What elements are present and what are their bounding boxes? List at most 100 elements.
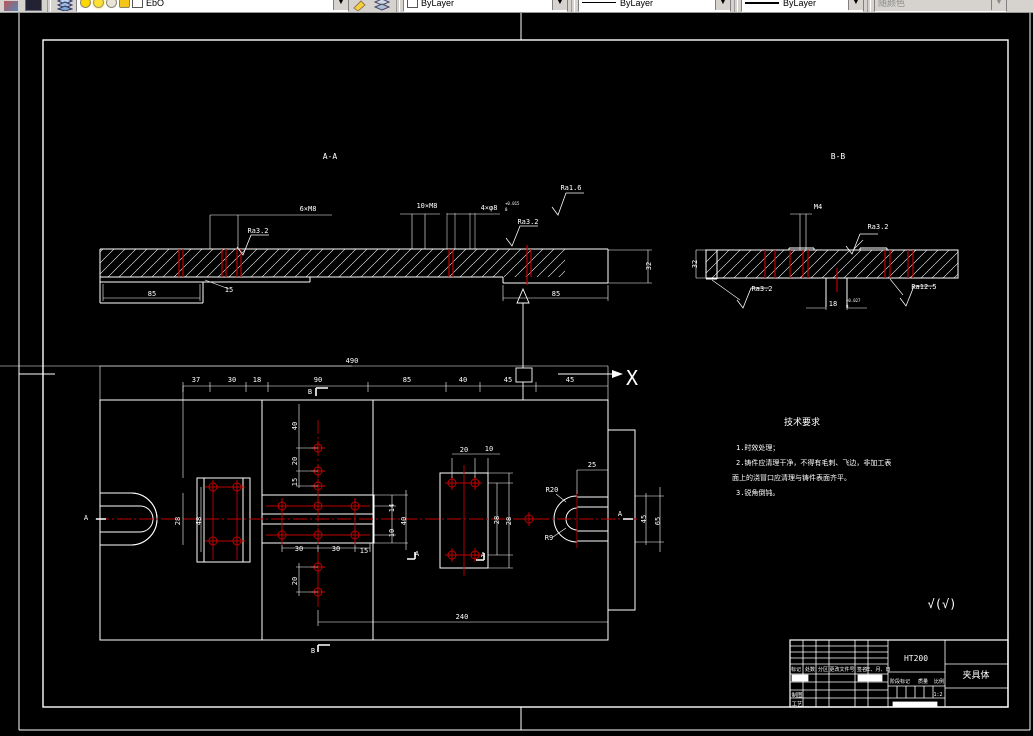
hole-cross <box>275 499 289 513</box>
layer-on-bulb-icon <box>80 0 91 8</box>
titleblock-label: 质量 <box>918 678 928 685</box>
layer-previous-icon[interactable] <box>372 0 392 12</box>
toolbar-icon-glyph <box>24 0 42 11</box>
layers-icon <box>57 0 73 11</box>
dimension-label: 15 <box>360 547 368 555</box>
dimension-label: 20 <box>291 577 299 585</box>
top-toolbar: EbO ▼ ByLayer ▼ ByLayer ▼ ByLayer ▼ 随颜色 … <box>0 0 1033 13</box>
dimension-label: 45 <box>504 376 512 384</box>
dimension-lines <box>99 365 664 626</box>
dimension-label: 18 <box>253 376 261 384</box>
hole-cross <box>275 528 289 542</box>
tech-requirements-line: 2.铸件应清理干净，不得有毛刺、飞边，非加工表 <box>736 458 891 467</box>
section-mark-a: A <box>415 550 420 558</box>
toolbar-separator <box>47 0 51 12</box>
titleblock-label: 处数 <box>805 666 815 673</box>
dimension-label: 14 <box>388 504 396 512</box>
dimension-label: 40 <box>291 422 299 430</box>
titleblock-label: 分区 <box>818 666 828 673</box>
dimension-label: Ra3.2 <box>751 285 772 293</box>
plotstyle-value: 随颜色 <box>878 0 906 8</box>
lineweight-sample <box>745 1 779 4</box>
plan-view <box>95 365 664 652</box>
dimension-label: Ra12.5 <box>911 283 936 291</box>
dimension-label: 85 <box>148 290 156 298</box>
dimension-label: Ra3.2 <box>517 218 538 226</box>
dimension-label: M4 <box>814 203 822 211</box>
cad-application-window: { "toolbar": { "layer_combo": {"value": … <box>0 0 1033 736</box>
print-preview-icon[interactable] <box>1 0 21 12</box>
titleblock-label: 更改文件号 <box>829 666 854 673</box>
dimension-label: 490 <box>346 357 359 365</box>
dimension-label: 4×φ8 <box>481 204 498 212</box>
current-color-swatch <box>407 0 418 8</box>
toolbar-icon-glyph <box>4 1 18 11</box>
hole-cross <box>348 499 362 513</box>
dimension-label: 28 <box>493 516 501 524</box>
dimension-label: +0.015 <box>505 201 520 206</box>
tech-requirements-line: 面上的浇冒口应清理与铸件表面齐平。 <box>732 473 851 482</box>
surface-roughness-note: √(√) <box>928 597 957 611</box>
sheet-border <box>18 13 1031 731</box>
toolbar-separator <box>867 0 871 12</box>
make-objects-layer-current-icon[interactable] <box>350 0 370 12</box>
view-label-bb: B-B <box>831 152 846 161</box>
named-views-icon[interactable] <box>23 0 43 12</box>
dimension-label: 240 <box>456 613 469 621</box>
hole-cross <box>311 499 325 513</box>
linetype-control-combo[interactable]: ByLayer ▼ <box>578 0 731 12</box>
dimension-label: 28 <box>505 517 513 525</box>
titleblock-label: 标记 <box>791 666 801 673</box>
annotation-text-layer: A-A 6×M8 Ra3.2 85 15 10×M8 4×φ8 +0.0150 Ra1.6 Ra3… <box>84 152 990 708</box>
color-combo-arrow[interactable]: ▼ <box>552 0 567 10</box>
layers-back-icon <box>374 0 390 11</box>
tech-requirements-title: 技术要求 <box>784 416 820 428</box>
layer-control-combo[interactable]: EbO ▼ <box>76 0 349 12</box>
plotstyle-combo-arrow: ▼ <box>991 0 1006 10</box>
dimension-label: 85 <box>403 376 411 384</box>
section-mark-a: A <box>618 510 623 518</box>
dimension-label: 30 <box>228 376 236 384</box>
linetype-value: ByLayer <box>620 0 654 8</box>
hole-cross <box>206 534 220 548</box>
dimension-label: R9 <box>545 534 553 542</box>
layer-combo-arrow[interactable]: ▼ <box>333 0 348 10</box>
cad-drawing: A-A 6×M8 Ra3.2 85 15 10×M8 4×φ8 +0.0150 Ra1.6 Ra3… <box>0 13 1031 731</box>
axis-label-x: X <box>626 366 638 390</box>
model-space-canvas[interactable]: A-A 6×M8 Ra3.2 85 15 10×M8 4×φ8 +0.015 0 Ra1.6 Ra3… <box>0 13 1033 736</box>
section-mark-b: B <box>308 388 312 396</box>
color-value: ByLayer <box>421 0 455 8</box>
titleblock-label: 阶段标记 <box>890 678 910 685</box>
layer-name: EbO <box>146 0 165 8</box>
layer-properties-manager-icon[interactable] <box>55 0 75 12</box>
dimension-label: R20 <box>546 486 559 494</box>
titleblock-label: 制图 <box>791 691 803 699</box>
dimension-label: 18 <box>829 300 837 308</box>
dimension-label: Ra3.2 <box>247 227 268 235</box>
toolbar-separator <box>571 0 575 12</box>
linetype-sample <box>582 2 616 3</box>
hole-markers <box>206 441 536 599</box>
layer-lock-icon <box>106 0 117 8</box>
lineweight-control-combo[interactable]: ByLayer ▼ <box>741 0 864 12</box>
section-mark-a: A <box>481 551 486 559</box>
hole-cross <box>522 512 536 526</box>
dimension-label: Ra3.2 <box>867 223 888 231</box>
datum-symbol <box>516 287 530 400</box>
dimension-label: Ra1.6 <box>560 184 581 192</box>
lineweight-combo-arrow[interactable]: ▼ <box>848 0 863 10</box>
linetype-combo-arrow[interactable]: ▼ <box>715 0 730 10</box>
hole-cross <box>230 534 244 548</box>
titleblock-label: 工艺 <box>791 701 803 708</box>
dimension-label: 30 <box>295 545 303 553</box>
color-control-combo[interactable]: ByLayer ▼ <box>403 0 568 12</box>
toolbar-separator <box>396 0 400 12</box>
hole-cross <box>468 476 482 490</box>
material-label: HT200 <box>904 654 928 663</box>
section-view-b-b <box>695 213 959 310</box>
dimension-label: 37 <box>192 376 200 384</box>
dimension-label: 32 <box>691 260 699 268</box>
dimension-label: 10 <box>388 529 396 537</box>
titleblock-label: 比例 <box>934 678 944 685</box>
dimension-label: 10 <box>485 445 493 453</box>
